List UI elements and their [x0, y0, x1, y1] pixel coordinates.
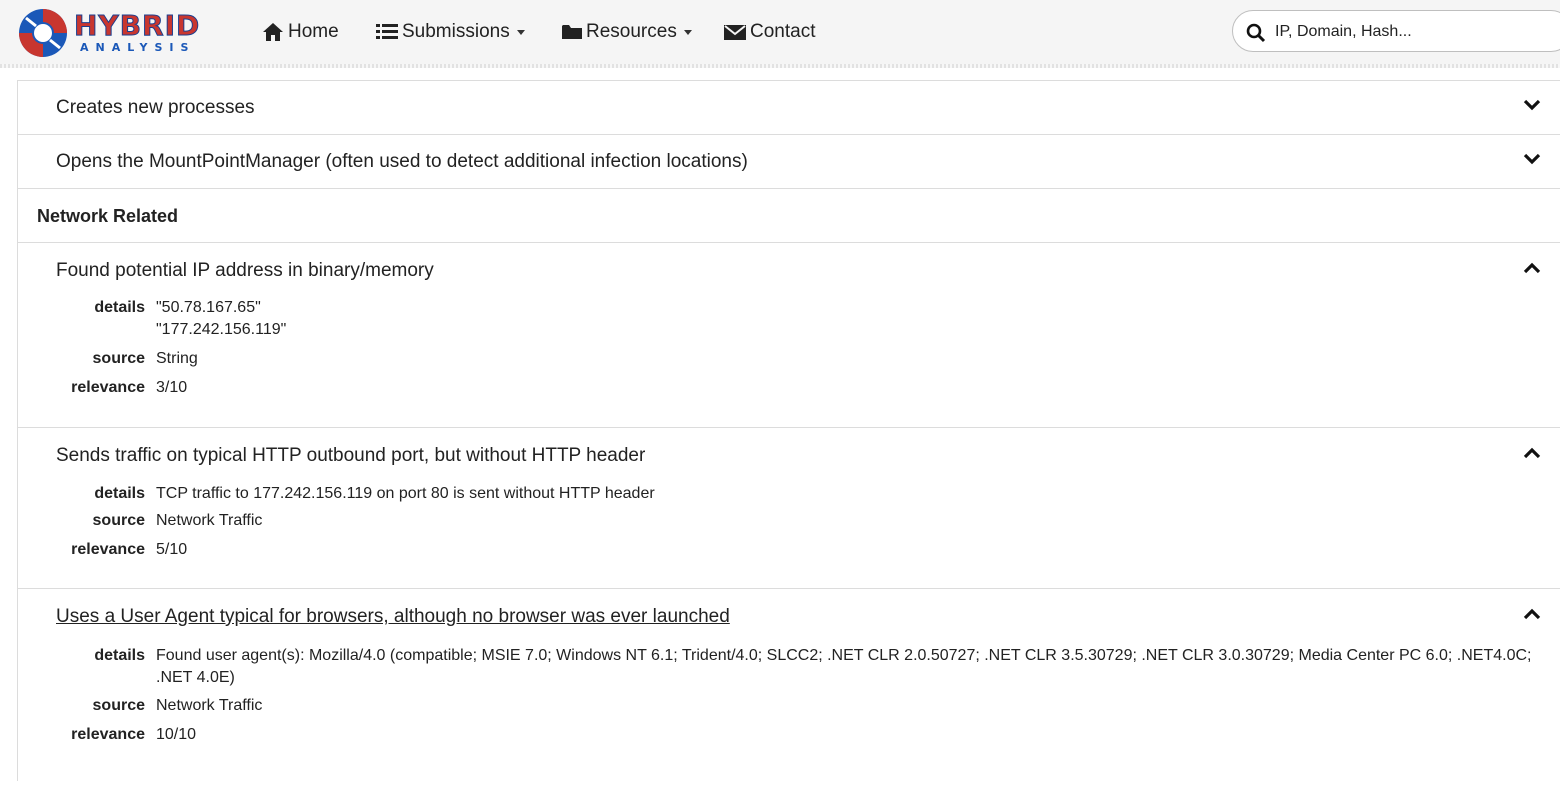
nav-resources-label: Resources	[586, 21, 677, 42]
section-title: Network Related	[37, 206, 179, 226]
signature-row-expanded: Uses a User Agent typical for browsers, …	[18, 589, 1560, 789]
top-navbar: HYBRID ANALYSIS Home Submissions Resourc…	[0, 0, 1560, 68]
relevance-value: 3/10	[156, 379, 188, 396]
chevron-down-icon[interactable]	[1523, 153, 1541, 165]
relevance-label: relevance	[71, 541, 145, 558]
chevron-down-icon	[683, 29, 692, 35]
nav-resources[interactable]: Resources	[562, 19, 692, 45]
nav-contact-label: Contact	[750, 21, 816, 42]
list-icon	[376, 24, 398, 39]
details-value: Found user agent(s): Mozilla/4.0 (compat…	[156, 647, 1532, 686]
chevron-down-icon[interactable]	[1523, 99, 1541, 111]
signatures-panel: Creates new processes Opens the MountPoi…	[17, 80, 1560, 781]
chevron-up-icon[interactable]	[1523, 262, 1541, 274]
source-label: source	[92, 350, 145, 367]
source-value: Network Traffic	[156, 512, 263, 529]
nav-home-label: Home	[288, 21, 339, 42]
chevron-up-icon[interactable]	[1523, 447, 1541, 459]
relevance-value: 10/10	[156, 726, 197, 743]
details-label: details	[94, 647, 145, 664]
nav-home[interactable]: Home	[262, 19, 339, 45]
signature-title-link[interactable]: Uses a User Agent typical for browsers, …	[56, 606, 730, 628]
hybrid-analysis-logo[interactable]: HYBRID ANALYSIS	[16, 6, 226, 60]
signature-row-expanded: Sends traffic on typical HTTP outbound p…	[18, 428, 1560, 589]
logo-emblem-icon	[19, 9, 67, 57]
signature-row-expanded: Found potential IP address in binary/mem…	[18, 243, 1560, 428]
search-icon	[1246, 23, 1266, 43]
section-header: Network Related	[18, 189, 1560, 243]
signature-title[interactable]: Creates new processes	[56, 97, 255, 119]
source-label: source	[92, 697, 145, 714]
source-value: Network Traffic	[156, 697, 263, 714]
signature-row-collapsed[interactable]: Creates new processes	[18, 81, 1560, 135]
logo-subtext: ANALYSIS	[80, 41, 196, 54]
details-value: TCP traffic to 177.242.156.119 on port 8…	[156, 485, 655, 502]
details-label: details	[94, 485, 145, 502]
details-line: "177.242.156.119"	[156, 321, 287, 338]
chevron-up-icon[interactable]	[1523, 608, 1541, 620]
relevance-value: 5/10	[156, 541, 188, 558]
search-box[interactable]	[1232, 10, 1560, 52]
details-value: "50.78.167.65" "177.242.156.119"	[156, 297, 1546, 341]
signature-title[interactable]: Opens the MountPointManager (often used …	[56, 151, 748, 173]
nav-contact[interactable]: Contact	[724, 19, 815, 45]
source-value: String	[156, 350, 198, 367]
details-line: "50.78.167.65"	[156, 299, 261, 316]
signature-row-collapsed[interactable]: Opens the MountPointManager (often used …	[18, 135, 1560, 189]
details-label: details	[94, 299, 145, 316]
search-input[interactable]	[1273, 18, 1557, 46]
logo-wordmark: HYBRID	[73, 9, 201, 42]
nav-submissions[interactable]: Submissions	[376, 19, 525, 45]
signature-title[interactable]: Sends traffic on typical HTTP outbound p…	[56, 445, 645, 467]
source-label: source	[92, 512, 145, 529]
chevron-down-icon	[516, 29, 525, 35]
home-icon	[263, 23, 283, 41]
relevance-label: relevance	[71, 379, 145, 396]
signature-title[interactable]: Found potential IP address in binary/mem…	[56, 260, 434, 282]
envelope-icon	[724, 24, 746, 40]
nav-submissions-label: Submissions	[402, 21, 510, 42]
relevance-label: relevance	[71, 726, 145, 743]
folder-icon	[562, 25, 582, 39]
